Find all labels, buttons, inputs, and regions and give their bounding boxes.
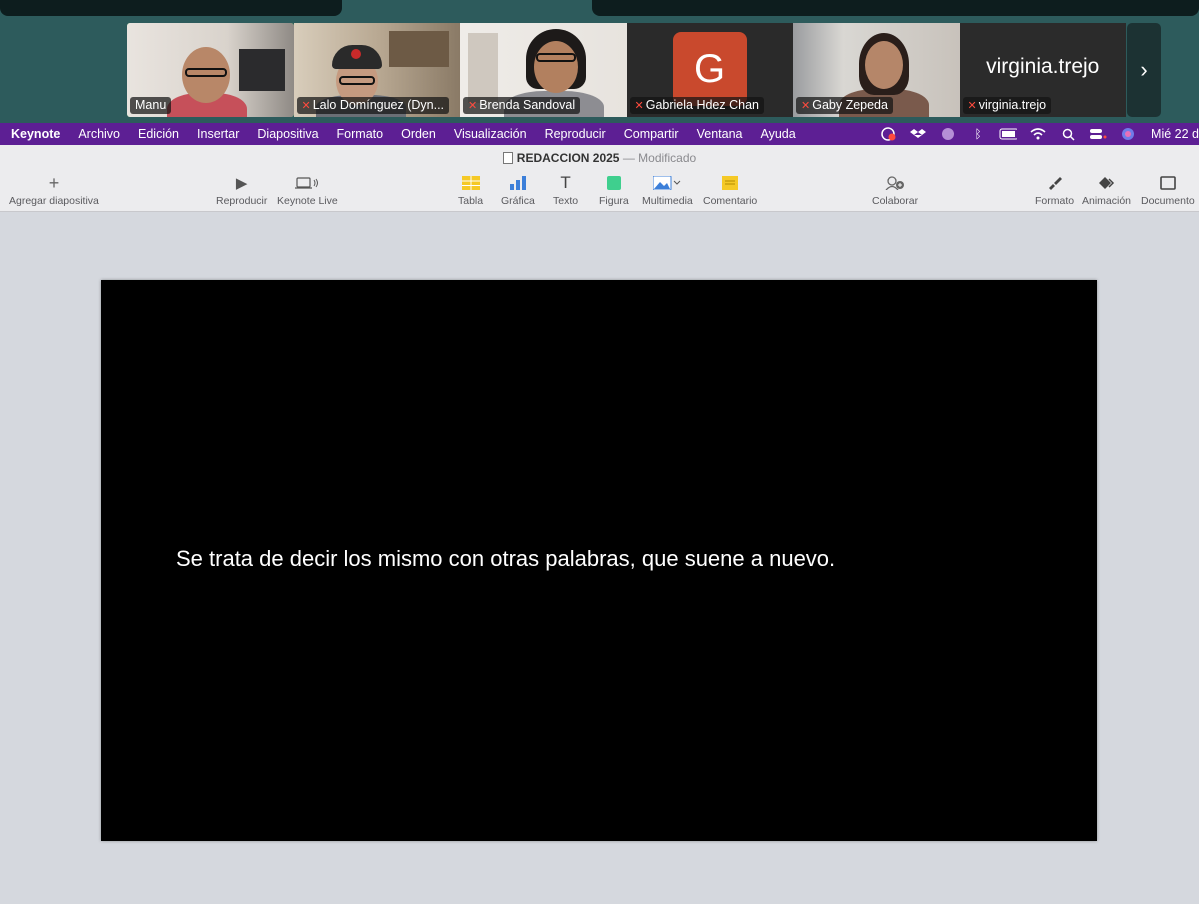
globe-icon[interactable] [939, 127, 957, 141]
dropbox-icon[interactable] [909, 127, 927, 141]
strip-top-bar-left [0, 0, 342, 16]
table-icon [461, 173, 480, 193]
paintbrush-icon [1047, 173, 1063, 193]
menu-ayuda[interactable]: Ayuda [760, 127, 795, 141]
add-slide-button[interactable]: + Agregar diapositiva [9, 172, 99, 208]
menu-edicion[interactable]: Edición [138, 127, 179, 141]
participant-name: ✕ Gabriela Hdez Chan [629, 97, 764, 114]
document-button[interactable]: Documento [1141, 173, 1195, 207]
next-participants-button[interactable]: › [1127, 23, 1161, 117]
table-button[interactable]: Tabla [458, 173, 483, 207]
participant-avatar: G [672, 32, 747, 106]
participant-name: Manu [130, 97, 172, 114]
participant-name: ✕ virginia.trejo [962, 97, 1052, 114]
participant-tile-gabriela[interactable]: G ✕ Gabriela Hdez Chan [626, 23, 793, 117]
siri-icon[interactable] [1119, 127, 1137, 141]
collaborate-button[interactable]: Colaborar [872, 173, 918, 207]
battery-icon[interactable] [999, 127, 1018, 141]
participant-name: ✕ Lalo Domínguez (Dyn... [296, 97, 450, 114]
control-center-icon[interactable] [1089, 127, 1107, 141]
comment-button[interactable]: Comentario [703, 173, 757, 207]
collaborate-icon [885, 173, 905, 193]
text-icon: T [560, 173, 571, 192]
participant-tile-manu[interactable]: Manu [127, 23, 294, 117]
bar-chart-icon [509, 173, 527, 193]
bluetooth-icon[interactable]: ᛒ [969, 127, 987, 141]
participant-name: ✕ Brenda Sandoval [463, 97, 581, 114]
format-button[interactable]: Formato [1035, 173, 1074, 207]
menu-ventana[interactable]: Ventana [697, 127, 743, 141]
comment-icon [722, 173, 739, 193]
media-button[interactable]: Multimedia [642, 173, 693, 207]
menu-orden[interactable]: Orden [401, 127, 436, 141]
strip-top-bar-right [592, 0, 1199, 16]
menu-archivo[interactable]: Archivo [78, 127, 120, 141]
participant-tiles: Manu ✕ Lalo Domínguez (Dyn... ✕ Brenda S… [127, 23, 1126, 117]
slide-canvas: Se trata de decir los mismo con otras pa… [0, 212, 1199, 904]
participant-tile-gaby[interactable]: ✕ Gaby Zepeda [793, 23, 960, 117]
menu-clock[interactable]: Mié 22 d [1151, 127, 1199, 141]
chart-button[interactable]: Gráfica [501, 173, 535, 207]
participant-tile-lalo[interactable]: ✕ Lalo Domínguez (Dyn... [293, 23, 460, 117]
keynote-live-icon [295, 173, 319, 193]
shape-icon [606, 173, 621, 193]
menu-bar: Keynote Archivo Edición Insertar Diaposi… [0, 123, 1199, 145]
plus-icon: + [48, 172, 60, 193]
chevron-right-icon: › [1140, 57, 1148, 82]
participant-name: ✕ Gaby Zepeda [796, 97, 893, 114]
video-participant-strip: Manu ✕ Lalo Domínguez (Dyn... ✕ Brenda S… [0, 0, 1199, 123]
menu-reproducir[interactable]: Reproducir [545, 127, 606, 141]
participant-tile-virginia[interactable]: virginia.trejo ✕ virginia.trejo [959, 23, 1126, 117]
participant-display-name: virginia.trejo [986, 55, 1100, 78]
document-icon [502, 152, 513, 164]
shape-button[interactable]: Figura [599, 173, 629, 207]
menu-formato[interactable]: Formato [337, 127, 384, 141]
mic-off-icon: ✕ [301, 100, 311, 112]
document-title-bar: REDACCION 2025 — Modificado [0, 151, 1199, 165]
text-button[interactable]: T Texto [553, 173, 578, 207]
keynote-live-button[interactable]: Keynote Live [277, 173, 338, 207]
animate-button[interactable]: Animación [1082, 173, 1131, 207]
menu-status-area: ᛒ Mié 22 d [867, 123, 1199, 145]
slide-body-text[interactable]: Se trata de decir los mismo con otras pa… [176, 546, 835, 572]
play-icon: ▶ [235, 175, 248, 192]
keynote-toolbar: REDACCION 2025 — Modificado + Agregar di… [0, 145, 1199, 212]
screen-share-icon[interactable] [879, 127, 897, 141]
menu-insertar[interactable]: Insertar [197, 127, 239, 141]
document-title: REDACCION 2025 [516, 151, 620, 165]
menu-compartir[interactable]: Compartir [624, 127, 679, 141]
animate-icon [1098, 173, 1116, 193]
mic-off-icon: ✕ [468, 100, 478, 112]
menu-visualizacion[interactable]: Visualización [454, 127, 527, 141]
mic-off-icon: ✕ [634, 100, 644, 112]
current-slide[interactable]: Se trata de decir los mismo con otras pa… [101, 280, 1097, 841]
document-panel-icon [1160, 173, 1176, 193]
play-button[interactable]: ▶ Reproducir [216, 173, 267, 207]
mic-off-icon: ✕ [801, 100, 811, 112]
menu-app-keynote[interactable]: Keynote [11, 127, 60, 141]
document-status: Modificado [638, 151, 697, 165]
mic-off-icon: ✕ [967, 100, 977, 112]
search-icon[interactable] [1059, 127, 1077, 141]
title-separator: — [622, 151, 635, 165]
menu-diapositiva[interactable]: Diapositiva [257, 127, 318, 141]
wifi-icon[interactable] [1029, 127, 1047, 141]
participant-tile-brenda[interactable]: ✕ Brenda Sandoval [460, 23, 627, 117]
media-icon [653, 173, 681, 193]
